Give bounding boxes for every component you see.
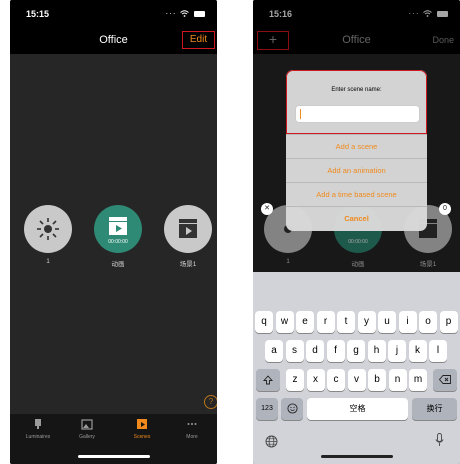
- scene-name-input[interactable]: [295, 105, 420, 123]
- globe-icon[interactable]: [265, 435, 278, 448]
- count-badge: 0: [439, 203, 451, 215]
- add-time-based-scene-button[interactable]: Add a time based scene: [286, 182, 427, 207]
- sun-icon: [37, 218, 59, 240]
- key-g[interactable]: g: [347, 340, 365, 362]
- shift-key[interactable]: [256, 369, 280, 391]
- edit-button[interactable]: Edit: [182, 31, 215, 49]
- key-c[interactable]: c: [327, 369, 345, 391]
- status-time: 15:15: [26, 9, 50, 19]
- home-indicator: [77, 455, 150, 458]
- text-cursor: [300, 109, 301, 119]
- space-key[interactable]: 空格: [307, 398, 408, 420]
- scene-animation-button[interactable]: 00:00:00: [94, 205, 142, 253]
- tab-gallery[interactable]: Gallery: [67, 418, 107, 440]
- status-bar: 15:15 ···: [10, 0, 217, 28]
- key-d[interactable]: d: [306, 340, 324, 362]
- tab-more[interactable]: More: [172, 418, 212, 440]
- scenes-icon: [137, 419, 147, 429]
- key-q[interactable]: q: [255, 311, 273, 333]
- wifi-icon: [179, 9, 192, 18]
- key-z[interactable]: z: [286, 369, 304, 391]
- home-indicator: [320, 455, 393, 458]
- signal-icon: ···: [165, 9, 177, 18]
- scene-button[interactable]: [164, 205, 212, 253]
- nav-bar: Office Edit: [10, 28, 217, 54]
- clapperboard-icon: [109, 217, 127, 235]
- key-a[interactable]: a: [265, 340, 283, 362]
- emoji-key[interactable]: [281, 398, 303, 420]
- key-j[interactable]: j: [388, 340, 406, 362]
- key-n[interactable]: n: [388, 369, 407, 391]
- key-i[interactable]: i: [398, 311, 417, 333]
- key-t[interactable]: t: [337, 311, 355, 333]
- gallery-icon: [81, 419, 93, 430]
- key-e[interactable]: e: [296, 311, 314, 333]
- lamp-icon: [35, 419, 41, 429]
- scene-label: 1: [46, 258, 50, 265]
- shift-icon: [262, 375, 274, 385]
- key-k[interactable]: k: [408, 340, 427, 362]
- tab-label: Scenes: [133, 434, 151, 440]
- tab-luminaires[interactable]: Luminaires: [18, 418, 58, 440]
- key-o[interactable]: o: [419, 311, 437, 333]
- backspace-key[interactable]: [433, 369, 457, 391]
- key-m[interactable]: m: [409, 369, 427, 391]
- name-entry-section: Enter scene name:: [286, 70, 427, 134]
- dialog-prompt: Enter scene name:: [331, 87, 382, 93]
- key-r[interactable]: r: [316, 311, 335, 333]
- scene-label: 场景1: [179, 261, 197, 268]
- delete-badge-icon[interactable]: ✕: [261, 203, 273, 215]
- keyboard: qwertyuiop asdfghjkl zxcvbnm 123 空格 换行: [253, 272, 460, 464]
- left-phone-screen: 15:15 ··· Office Edit 1 00:00:00 动画 场景1 …: [10, 0, 217, 464]
- scene-label: 动画: [111, 261, 125, 268]
- key-f[interactable]: f: [326, 340, 345, 362]
- emoji-icon: [286, 403, 298, 414]
- key-w[interactable]: w: [275, 311, 294, 333]
- key-b[interactable]: b: [368, 369, 386, 391]
- more-icon: [187, 423, 197, 425]
- key-s[interactable]: s: [285, 340, 304, 362]
- right-phone-screen: 15:16 ··· + Office Done 1 00:00:00 动画 场景…: [253, 0, 460, 464]
- key-y[interactable]: y: [357, 311, 376, 333]
- tab-label: Luminaires: [25, 434, 51, 440]
- tab-label: More: [186, 434, 198, 440]
- battery-icon: [194, 10, 205, 17]
- key-u[interactable]: u: [378, 311, 396, 333]
- add-animation-button[interactable]: Add an animation: [286, 158, 427, 183]
- key-h[interactable]: h: [367, 340, 386, 362]
- scene-light-button[interactable]: [24, 205, 72, 253]
- clapperboard-icon: [179, 219, 197, 238]
- key-p[interactable]: p: [439, 311, 458, 333]
- cancel-button[interactable]: Cancel: [286, 206, 427, 231]
- help-button[interactable]: ?: [204, 395, 217, 409]
- animation-duration: 00:00:00: [108, 239, 128, 245]
- key-l[interactable]: l: [429, 340, 447, 362]
- key-x[interactable]: x: [306, 369, 325, 391]
- tab-label: Gallery: [79, 434, 95, 440]
- scenes-area: 1 00:00:00 动画 场景1 ?: [10, 54, 217, 414]
- backspace-icon: [438, 375, 451, 384]
- status-icons: ···: [166, 9, 205, 18]
- add-scene-dialog: Enter scene name: Add a scene Add an ani…: [286, 70, 427, 231]
- numbers-key[interactable]: 123: [256, 398, 278, 420]
- microphone-icon[interactable]: [435, 433, 444, 447]
- return-key[interactable]: 换行: [412, 398, 457, 420]
- tab-bar: Luminaires Gallery Scenes More: [10, 414, 217, 464]
- key-v[interactable]: v: [347, 369, 366, 391]
- add-scene-button[interactable]: Add a scene: [286, 134, 427, 159]
- tab-scenes[interactable]: Scenes: [122, 418, 162, 440]
